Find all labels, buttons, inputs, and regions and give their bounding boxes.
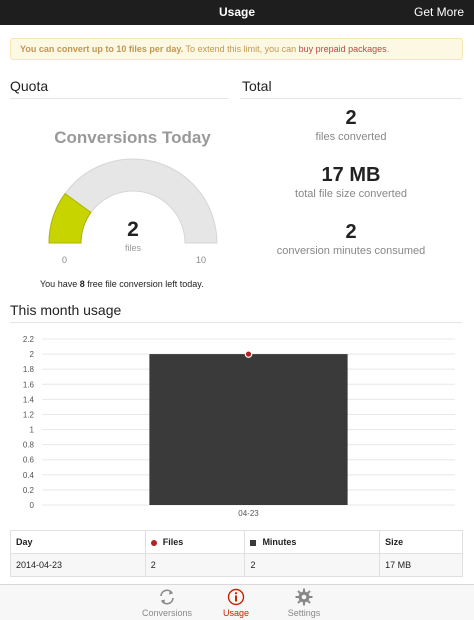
quota-heading: Quota [10, 78, 49, 94]
gauge-unit: files [124, 243, 141, 253]
y-tick-label: 2.2 [23, 335, 35, 344]
y-tick-label: 2 [30, 350, 35, 359]
y-tick-label: 0.6 [23, 456, 35, 465]
tab-usage[interactable]: Usage [201, 588, 271, 618]
gauge-min-label: 0 [62, 255, 68, 265]
minutes-consumed-label: conversion minutes consumed [276, 245, 426, 257]
y-tick-label: 1.2 [23, 410, 35, 419]
x-tick-label: 04-23 [238, 509, 259, 518]
point-files [244, 350, 253, 358]
y-tick-label: 1 [30, 426, 35, 435]
gear-icon [295, 588, 313, 606]
bar-minutes [149, 354, 348, 505]
y-tick-label: 0 [30, 501, 35, 510]
y-tick-label: 1.8 [23, 365, 35, 374]
cell-day: 2014-04-23 [10, 553, 146, 577]
limit-notice: You can convert up to 10 files per day. … [10, 38, 463, 60]
page-title: Usage [218, 5, 256, 19]
table-row: 2014-04-23 2 2 17 MB [10, 553, 463, 577]
y-tick-label: 0.2 [23, 486, 35, 495]
notice-text: To extend this limit, you can [183, 44, 299, 54]
y-tick-label: 0.8 [23, 441, 35, 450]
month-divider [10, 322, 462, 323]
y-tick-label: 0.4 [23, 471, 35, 480]
tab-settings[interactable]: Settings [269, 588, 339, 618]
info-icon [227, 588, 245, 606]
size-converted-value: 17 MB [321, 164, 381, 186]
column-header-size: Size [379, 530, 463, 554]
refresh-icon [160, 589, 174, 605]
remaining-text: You have 8 free file conversion left tod… [40, 279, 204, 289]
y-tick-label: 1.6 [23, 380, 35, 389]
month-usage-chart: 0 0.2 0.4 0.6 0.8 1 1.2 1.4 1.6 1.8 2 2.2 04-23 [23, 335, 455, 518]
gauge-value: 2 [127, 218, 139, 241]
tab-bar: Conversions Usage Settings [0, 584, 474, 620]
get-more-button[interactable]: Get More [414, 0, 464, 25]
files-converted-label: files converted [315, 131, 387, 143]
usage-table: Day Files Minutes Size 2014-04-23 2 2 17… [10, 530, 463, 577]
quota-divider [10, 98, 228, 99]
cell-size: 17 MB [379, 553, 463, 577]
minutes-consumed-value: 2 [345, 221, 357, 243]
column-header-files: Files [144, 530, 246, 554]
size-converted-label: total file size converted [295, 188, 407, 200]
tab-usage-label: Usage [222, 608, 249, 618]
column-header-day: Day [10, 530, 146, 554]
total-heading: Total [242, 78, 272, 94]
tab-conversions[interactable]: Conversions [132, 588, 202, 618]
cell-minutes: 2 [244, 553, 381, 577]
minutes-legend-square [250, 539, 257, 546]
files-converted-value: 2 [345, 107, 357, 129]
month-heading: This month usage [10, 302, 122, 318]
buy-packages-link[interactable]: buy prepaid packages [299, 44, 387, 54]
gauge-max-label: 10 [196, 255, 207, 265]
notice-end: . [386, 44, 390, 54]
gauge-title: Conversions Today [54, 128, 211, 147]
y-tick-label: 1.4 [23, 395, 35, 404]
tab-conversions-label: Conversions [141, 608, 193, 618]
files-legend-dot [150, 539, 157, 546]
total-divider [240, 98, 462, 99]
notice-limit-text: You can convert up to 10 files per day. [20, 44, 184, 54]
tab-settings-label: Settings [287, 608, 321, 618]
table-header-row: Day Files Minutes Size [10, 530, 463, 554]
cell-files: 2 [144, 553, 246, 577]
top-bar: Usage Get More [0, 0, 474, 25]
column-header-minutes: Minutes [244, 530, 381, 554]
